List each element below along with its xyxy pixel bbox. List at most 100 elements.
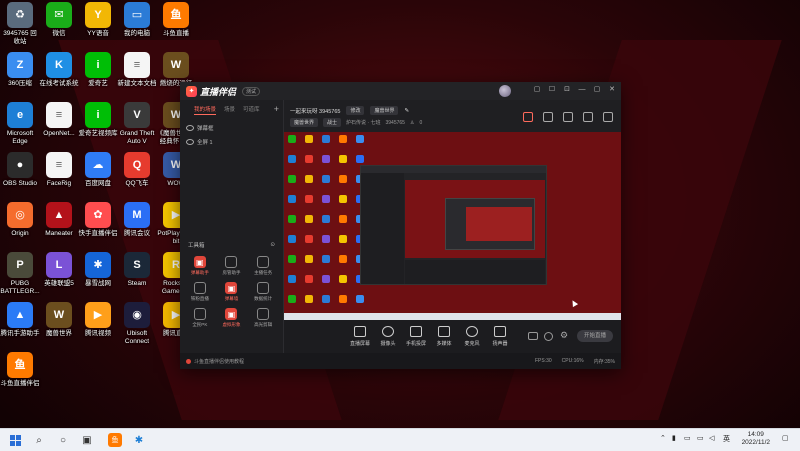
- notification-icon[interactable]: ▢: [782, 434, 789, 442]
- desktop-icon[interactable]: Y YY语音: [78, 2, 118, 38]
- desktop-icon[interactable]: W 魔兽世界: [39, 302, 79, 338]
- skin-icon[interactable]: ▢: [532, 85, 542, 95]
- record-icon[interactable]: [528, 332, 538, 340]
- desktop-icon[interactable]: ▭ 我的电脑: [117, 2, 157, 38]
- desktop-icon-label: 暴雪战网: [85, 280, 111, 287]
- douyu-taskbar-icon[interactable]: 鱼: [108, 433, 122, 447]
- desktop-icon-label: 英雄联盟5: [44, 280, 74, 287]
- desktop-icon[interactable]: ☁ 百度网盘: [78, 152, 118, 188]
- tool-item[interactable]: 铁粉直播: [184, 282, 216, 302]
- desktop-icon[interactable]: P PUBG BATTLEGR...: [0, 252, 40, 296]
- tutorial-link[interactable]: 斗鱼直播伴侣使用教程: [186, 358, 244, 365]
- speaker-button[interactable]: 扬声器: [486, 326, 514, 347]
- microphone-button[interactable]: 麦克风: [458, 326, 486, 347]
- network-icon[interactable]: ▭: [697, 434, 704, 442]
- windows-logo-icon[interactable]: [8, 433, 22, 447]
- desktop-icon[interactable]: ≡ FaceRig: [39, 152, 79, 188]
- desktop-icon[interactable]: ▶ 腾讯视频: [78, 302, 118, 338]
- close-button[interactable]: ✕: [607, 85, 617, 95]
- gear-icon[interactable]: ⚙: [560, 330, 568, 341]
- edit-title-button[interactable]: 修改: [346, 106, 365, 115]
- settings-icon[interactable]: ⊡: [562, 85, 572, 95]
- add-scene-button[interactable]: +: [274, 104, 279, 114]
- avatar[interactable]: [499, 85, 511, 97]
- pencil-icon[interactable]: ✎: [404, 108, 409, 114]
- camera-button[interactable]: 摄像头: [374, 326, 402, 347]
- share-icon[interactable]: [603, 112, 613, 122]
- preview-desktop-icon: [288, 215, 296, 223]
- desktop-icon[interactable]: i 爱奇艺: [78, 52, 118, 88]
- desktop-icon[interactable]: ● OBS Studio: [0, 152, 40, 188]
- desktop-icon[interactable]: V Grand Theft Auto V: [117, 102, 157, 146]
- visibility-icon[interactable]: [544, 332, 553, 341]
- volume-icon[interactable]: ◁: [709, 434, 714, 442]
- desktop-icon[interactable]: K 在线考试系统: [39, 52, 79, 88]
- desktop-icon[interactable]: 鱼斗鱼直播伴侣: [0, 352, 40, 388]
- desktop-icon[interactable]: ♻ 3945765 回收站: [0, 2, 40, 46]
- live-preview[interactable]: [284, 132, 621, 320]
- desktop-icon[interactable]: ✱ 暴雪战网: [78, 252, 118, 288]
- desktop-icon-label: 在线考试系统: [39, 80, 79, 87]
- phone-cast-button[interactable]: 手机投屏: [402, 326, 430, 347]
- desktop-icon[interactable]: M 腾讯会议: [117, 202, 157, 238]
- desktop-icon[interactable]: ◉ Ubisoft Connect: [117, 302, 157, 346]
- desktop-icon[interactable]: i 爱奇艺视频库: [78, 102, 118, 138]
- start-live-button[interactable]: 开始直播: [577, 330, 613, 342]
- eye-icon[interactable]: [186, 139, 194, 145]
- tab-library[interactable]: 可道库: [243, 105, 260, 115]
- search-icon[interactable]: ⌕: [32, 433, 46, 447]
- desktop-icon[interactable]: ≡ OpenNet...: [39, 102, 79, 138]
- desktop-icon[interactable]: ▲ 腾讯手游助手: [0, 302, 40, 338]
- desktop-icon[interactable]: ▲ Maneater: [39, 202, 79, 238]
- tag-game[interactable]: 魔兽世界: [290, 118, 319, 127]
- desktop-icon[interactable]: 鱼斗鱼直播: [156, 2, 196, 38]
- desktop-icon[interactable]: Z 360压缩: [0, 52, 40, 88]
- mouse-cursor-icon: [569, 298, 579, 308]
- bell-icon[interactable]: [583, 112, 593, 122]
- tool-item[interactable]: 主播任务: [247, 256, 279, 276]
- chevron-up-icon[interactable]: ⌃: [660, 434, 666, 442]
- layer-item[interactable]: 弹幕框: [180, 121, 283, 135]
- more-icon[interactable]: ⊙: [270, 242, 275, 248]
- task-view-icon[interactable]: ▣: [80, 433, 94, 447]
- clock[interactable]: 14:09 2022/11/2: [742, 431, 770, 447]
- desktop-icon-label: 腾讯手游助手: [0, 330, 40, 337]
- message-icon[interactable]: ☐: [547, 85, 557, 95]
- minimize-button[interactable]: —: [577, 85, 587, 95]
- media-button[interactable]: 多媒体: [430, 326, 458, 347]
- tool-item[interactable]: 高光剪辑: [247, 308, 279, 328]
- desktop-icon[interactable]: ✿ 快手直播伴侣: [78, 202, 118, 238]
- bag-icon[interactable]: [563, 112, 573, 122]
- desktop-icon[interactable]: e Microsoft Edge: [0, 102, 40, 146]
- input-method[interactable]: 英: [723, 434, 730, 444]
- tool-item[interactable]: 全民PK: [184, 308, 216, 328]
- tag-class[interactable]: 战士: [323, 118, 342, 127]
- desktop-icon[interactable]: Q QQ飞车: [117, 152, 157, 188]
- tab-my-scene[interactable]: 我的场景: [194, 105, 217, 115]
- version-badge: 测试: [242, 86, 261, 96]
- tool-item[interactable]: 数据统计: [247, 282, 279, 302]
- desktop-icon[interactable]: ◎ Origin: [0, 202, 40, 238]
- tool-item[interactable]: ▣ 虚拟形象: [216, 308, 248, 328]
- category-selector[interactable]: 魔兽世界: [370, 106, 399, 115]
- gift-icon[interactable]: [523, 112, 533, 122]
- maximize-button[interactable]: ▢: [592, 85, 602, 95]
- eye-icon[interactable]: [186, 125, 194, 131]
- desktop-icon[interactable]: S Steam: [117, 252, 157, 288]
- screen-capture-button[interactable]: 直播屏幕: [346, 326, 374, 347]
- title-bar[interactable]: ✦ 直播伴侣 测试 ▢ ☐ ⊡ — ▢ ✕: [180, 82, 621, 100]
- battery-icon[interactable]: ▭: [684, 434, 691, 442]
- tool-item[interactable]: ▣ 弹幕墙: [216, 282, 248, 302]
- desktop-icon[interactable]: L 英雄联盟5: [39, 252, 79, 288]
- lock-icon[interactable]: [543, 112, 553, 122]
- desktop-icon[interactable]: ≡ 新建文本文档: [117, 52, 157, 88]
- layer-item[interactable]: 全屏 1: [180, 135, 283, 149]
- microphone-tray-icon[interactable]: ▮: [672, 434, 676, 442]
- tencent-taskbar-icon[interactable]: ✱: [132, 433, 146, 447]
- cortana-icon[interactable]: ○: [56, 433, 70, 447]
- app-icon: ≡: [46, 152, 72, 178]
- desktop-icon[interactable]: ✉ 微信: [39, 2, 79, 38]
- tab-scene[interactable]: 场景: [224, 105, 235, 115]
- tool-item[interactable]: 房管助手: [216, 256, 248, 276]
- tool-item[interactable]: ▣ 弹幕助手: [184, 256, 216, 276]
